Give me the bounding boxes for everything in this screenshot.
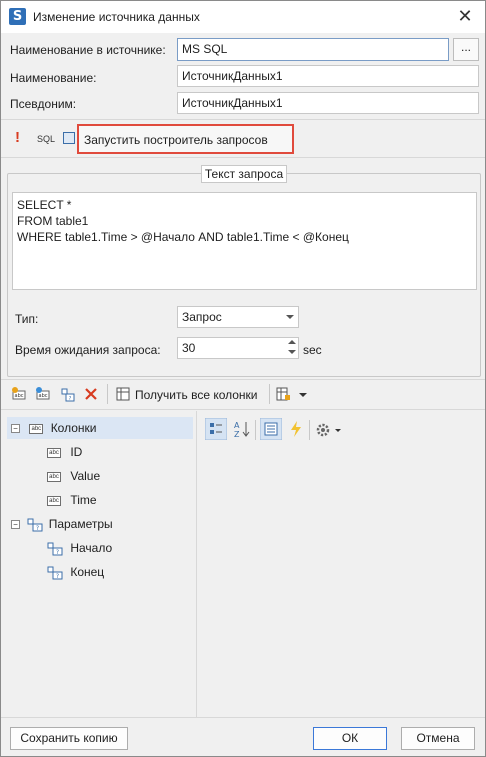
name-field[interactable]: ИсточникДанных1	[177, 65, 479, 87]
delete-icon[interactable]	[83, 386, 99, 402]
query-text-legend: Текст запроса	[201, 165, 287, 183]
divider	[1, 409, 485, 410]
divider	[1, 717, 485, 718]
close-button[interactable]: ✕	[453, 5, 477, 29]
tree-node-parameters[interactable]: − ? Параметры	[11, 513, 113, 535]
svg-text:?: ?	[56, 573, 59, 580]
window-title: Изменение источника данных	[33, 10, 200, 24]
tree-node-label: Начало	[70, 541, 113, 555]
divider	[1, 379, 485, 380]
svg-text:A: A	[234, 421, 240, 430]
lightning-icon[interactable]	[289, 420, 303, 438]
alias-field[interactable]: ИсточникДанных1	[177, 92, 479, 114]
title-bar: S Изменение источника данных ✕	[1, 1, 485, 33]
timeout-stepper[interactable]: 30	[177, 337, 299, 359]
ok-button[interactable]: ОК	[313, 727, 387, 750]
query-text-area[interactable]: SELECT * FROM table1 WHERE table1.Time >…	[12, 192, 477, 290]
tree-node-label: Time	[70, 493, 97, 507]
timeout-value: 30	[182, 341, 196, 355]
collapse-icon[interactable]: −	[11, 424, 20, 434]
svg-text:abc: abc	[39, 393, 48, 399]
columns-tree: − abc Колонки abc ID abc Value abc Time …	[1, 411, 196, 717]
toolbar-separator	[107, 384, 108, 404]
tree-node-label: Конец	[70, 565, 105, 579]
table-options-icon[interactable]	[275, 386, 291, 402]
toolbar-separator	[309, 420, 310, 440]
timeout-unit: sec	[303, 343, 322, 357]
svg-text:?: ?	[36, 525, 39, 532]
tree-node-columns[interactable]: − abc Колонки	[7, 417, 193, 439]
chevron-down-icon	[286, 315, 294, 319]
column-icon: abc	[47, 447, 61, 458]
save-copy-button[interactable]: Сохранить копию	[10, 727, 128, 750]
timeout-label: Время ожидания запроса:	[15, 343, 161, 357]
svg-text:abc: abc	[15, 393, 24, 399]
spin-down-icon[interactable]	[288, 350, 296, 354]
source-name-label: Наименование в источнике:	[10, 43, 166, 57]
type-label: Тип:	[15, 312, 39, 326]
tree-node-param-start[interactable]: ? Начало	[47, 537, 112, 559]
name-label: Наименование:	[10, 71, 97, 85]
add-calculated-column-icon[interactable]: abc	[35, 386, 51, 402]
type-select-value: Запрос	[182, 310, 222, 324]
panel-splitter[interactable]	[196, 411, 197, 717]
svg-text:?: ?	[69, 396, 72, 402]
toolbar-separator	[255, 420, 256, 440]
column-icon: abc	[47, 495, 61, 506]
properties-icon[interactable]	[260, 418, 282, 440]
collapse-icon[interactable]: −	[11, 520, 20, 530]
gear-icon[interactable]	[315, 420, 345, 440]
tree-node-label: Колонки	[50, 421, 97, 435]
parameter-icon: ?	[27, 518, 43, 532]
spin-up-icon[interactable]	[288, 340, 296, 344]
divider	[1, 119, 485, 120]
source-name-field[interactable]: MS SQL	[177, 38, 449, 61]
app-logo-icon: S	[9, 8, 26, 25]
cancel-button[interactable]: Отмена	[401, 727, 475, 750]
alias-label: Псевдоним:	[10, 97, 77, 111]
query-builder-button[interactable]: Запустить построитель запросов	[84, 133, 268, 147]
categorized-icon[interactable]	[205, 418, 227, 440]
sql-button[interactable]: SQL	[37, 134, 55, 144]
get-all-columns-button[interactable]: Получить все колонки	[135, 388, 258, 402]
tree-node-column-time[interactable]: abc Time	[47, 489, 97, 511]
dialog-window: S Изменение источника данных ✕ Наименова…	[0, 0, 486, 757]
get-columns-icon[interactable]	[115, 386, 131, 402]
tree-node-label: Value	[70, 469, 101, 483]
chevron-down-icon[interactable]	[295, 386, 311, 402]
tree-node-column-value[interactable]: abc Value	[47, 465, 100, 487]
column-icon: abc	[47, 471, 61, 482]
property-grid-toolbar: A Z	[197, 416, 485, 446]
column-icon: abc	[29, 423, 44, 434]
tree-node-param-end[interactable]: ? Конец	[47, 561, 104, 583]
add-parameter-icon[interactable]: ?	[59, 386, 75, 402]
tree-node-label: Параметры	[48, 517, 113, 531]
parameter-icon: ?	[47, 542, 63, 556]
sort-az-icon[interactable]: A Z	[233, 419, 251, 439]
browse-button[interactable]: ...	[453, 38, 479, 61]
tree-node-label: ID	[70, 445, 83, 459]
svg-text:Z: Z	[234, 430, 240, 439]
query-builder-icon[interactable]	[63, 132, 75, 144]
parameter-icon: ?	[47, 566, 63, 580]
type-select[interactable]: Запрос	[177, 306, 299, 328]
svg-text:?: ?	[56, 549, 59, 556]
divider	[1, 157, 485, 158]
warning-icon[interactable]: !	[15, 129, 20, 146]
toolbar-separator	[269, 384, 270, 404]
add-column-icon[interactable]: abc	[11, 386, 27, 402]
tree-node-column-id[interactable]: abc ID	[47, 441, 82, 463]
